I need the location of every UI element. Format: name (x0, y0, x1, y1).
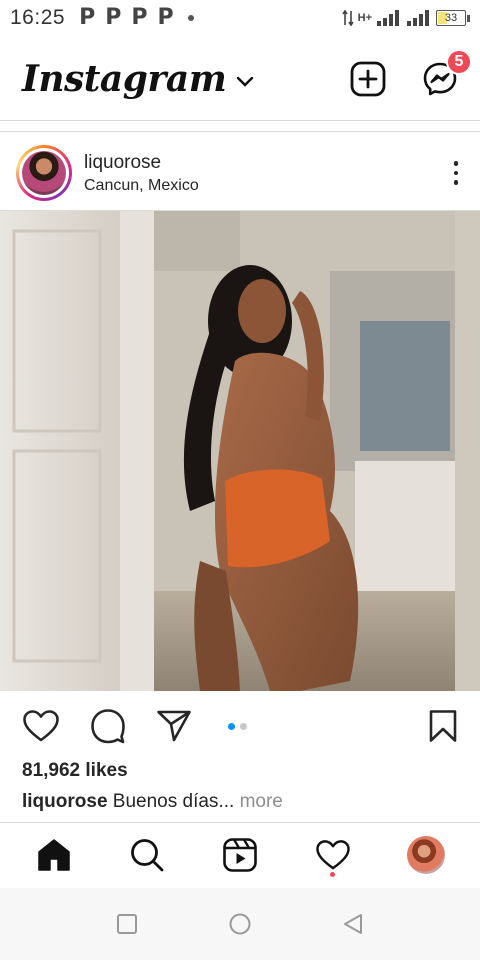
more-options-icon (453, 161, 458, 166)
activity-notification-dot (329, 872, 335, 877)
data-arrows-icon (341, 9, 354, 27)
caption-ellipsis: ... (218, 791, 235, 812)
post-username[interactable]: liquorose (84, 152, 199, 174)
app-header: Instagram 5 (0, 44, 480, 114)
notification-p-icon: P (157, 5, 174, 30)
nav-profile[interactable] (402, 831, 450, 879)
profile-avatar (406, 836, 445, 874)
stories-divider (0, 131, 480, 132)
more-notifications-dot-icon (187, 15, 194, 21)
nav-home[interactable] (30, 831, 78, 879)
reels-icon (223, 838, 257, 872)
create-post-button[interactable] (350, 61, 386, 97)
instagram-logo[interactable]: Instagram (22, 58, 227, 100)
likes-count[interactable]: 81,962 likes (22, 760, 128, 782)
back-triangle-icon[interactable] (342, 912, 364, 936)
comment-icon[interactable] (90, 708, 126, 744)
plus-square-icon (350, 61, 386, 97)
post-author-avatar[interactable] (16, 145, 72, 201)
search-icon (131, 839, 164, 872)
network-type-label: H+ (357, 12, 372, 24)
status-indicators: H+ 33 (341, 9, 470, 27)
caption-more-link[interactable]: more (240, 791, 283, 812)
recents-square-icon[interactable] (116, 913, 138, 935)
paper-plane-icon[interactable] (156, 709, 192, 743)
signal-icon (377, 10, 399, 26)
system-navigation-bar (0, 888, 480, 960)
notification-p-icon: P (105, 5, 122, 30)
post-caption: liquorose Buenos días... more (22, 791, 283, 813)
messenger-badge: 5 (446, 49, 472, 75)
carousel-dot-active (228, 723, 235, 730)
heart-icon[interactable] (22, 709, 60, 743)
notification-p-icon: P (79, 5, 96, 30)
nav-reels[interactable] (216, 831, 264, 879)
bottom-navigation (0, 822, 480, 888)
carousel-dot (240, 723, 247, 730)
home-icon (38, 839, 71, 871)
post-photo[interactable] (0, 211, 480, 691)
chevron-down-icon[interactable] (236, 76, 254, 88)
status-bar: 16:25 P P P P H+ 33 (0, 0, 480, 36)
header-divider (0, 120, 480, 121)
post-actions (0, 704, 480, 748)
messenger-button[interactable]: 5 (422, 49, 472, 97)
post-header: liquorose Cancun, Mexico (0, 136, 480, 210)
status-time: 16:25 (10, 6, 66, 29)
heart-icon (316, 840, 350, 870)
battery-icon: 33 (436, 10, 470, 26)
status-notifications: P P P P (79, 7, 194, 29)
home-circle-icon[interactable] (228, 912, 252, 936)
post-options-button[interactable] (448, 157, 465, 189)
battery-level: 33 (444, 12, 458, 24)
nav-search[interactable] (123, 831, 171, 879)
signal-icon (407, 10, 429, 26)
post-location[interactable]: Cancun, Mexico (84, 177, 199, 195)
avatar-image (22, 151, 66, 195)
caption-username[interactable]: liquorose (22, 791, 108, 812)
notification-p-icon: P (131, 5, 148, 30)
carousel-indicator (228, 723, 247, 730)
caption-text: Buenos días (112, 791, 219, 812)
nav-activity[interactable] (309, 831, 357, 879)
photo-content (0, 211, 480, 691)
bookmark-icon[interactable] (428, 709, 458, 743)
